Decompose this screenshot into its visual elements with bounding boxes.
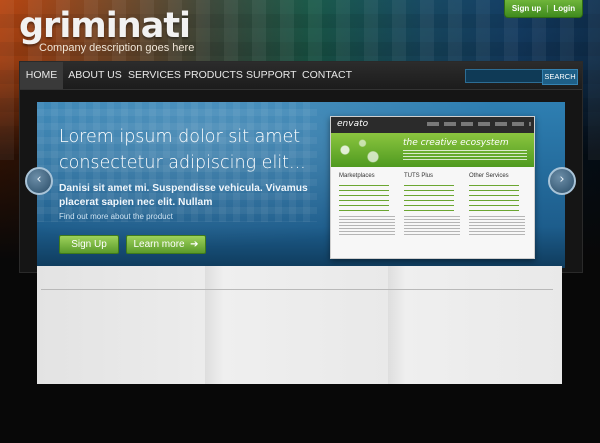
site-logo[interactable]: griminati Company description goes here bbox=[19, 8, 194, 54]
preview-text-1 bbox=[339, 215, 395, 235]
account-links: Sign up | Login bbox=[504, 0, 583, 18]
banner-find-more-link[interactable]: Find out more about the product bbox=[59, 212, 173, 221]
preview-list-tuts-plus bbox=[404, 181, 454, 211]
featured-slider: Lorem ipsum dolor sit amet consectetur a… bbox=[37, 102, 565, 268]
preview-tagline: the creative ecosystem bbox=[403, 138, 509, 148]
search-input[interactable] bbox=[465, 69, 545, 83]
company-description: Company description goes here bbox=[39, 42, 195, 54]
search-button[interactable]: SEARCH bbox=[542, 69, 578, 85]
preview-column-marketplaces: Marketplaces bbox=[339, 173, 375, 179]
signup-button-label: Sign Up bbox=[71, 239, 107, 250]
main-container: HOME ABOUT US SERVICES PRODUCTS SUPPORT … bbox=[19, 61, 583, 273]
main-navigation: HOME ABOUT US SERVICES PRODUCTS SUPPORT … bbox=[20, 62, 582, 90]
learn-more-button-label: Learn more bbox=[133, 239, 185, 250]
content-divider bbox=[41, 289, 553, 290]
signup-link[interactable]: Sign up bbox=[512, 4, 541, 13]
nav-item-services[interactable]: SERVICES bbox=[128, 62, 181, 89]
banner-headline: Lorem ipsum dolor sit amet consectetur a… bbox=[59, 127, 306, 173]
preview-text-3 bbox=[469, 215, 525, 235]
preview-brand: envato bbox=[337, 119, 369, 129]
signup-button[interactable]: Sign Up bbox=[59, 235, 119, 254]
logo-text[interactable]: griminati bbox=[19, 8, 194, 44]
arrow-right-icon: ➔ bbox=[187, 239, 199, 250]
nav-item-contact[interactable]: CONTACT bbox=[302, 62, 352, 89]
slider-prev-arrow[interactable]: ‹ bbox=[25, 167, 53, 195]
content-column-3 bbox=[388, 266, 562, 384]
nav-item-home[interactable]: HOME bbox=[20, 62, 63, 89]
banner-subtext: Danisi sit amet mi. Suspendisse vehicula… bbox=[59, 183, 308, 208]
preview-column-other-services: Other Services bbox=[469, 173, 509, 179]
product-preview-image: envato the creative ecosystem Marketplac… bbox=[330, 116, 535, 259]
nav-item-about-us[interactable]: ABOUT US bbox=[66, 62, 124, 89]
content-column-1 bbox=[37, 266, 205, 384]
slider-next-arrow[interactable]: › bbox=[548, 167, 576, 195]
learn-more-button[interactable]: Learn more ➔ bbox=[126, 235, 206, 254]
preview-bokeh-graphic bbox=[331, 133, 401, 167]
link-separator: | bbox=[546, 4, 549, 13]
preview-text-2 bbox=[404, 215, 460, 235]
chevron-right-icon: › bbox=[559, 172, 565, 187]
nav-item-support[interactable]: SUPPORT bbox=[246, 62, 297, 89]
content-column-2 bbox=[205, 266, 388, 384]
preview-list-other-services bbox=[469, 181, 519, 211]
preview-list-marketplaces bbox=[339, 181, 389, 211]
login-link[interactable]: Login bbox=[553, 4, 575, 13]
content-panel bbox=[37, 266, 562, 384]
preview-tagline-text bbox=[403, 150, 527, 160]
chevron-left-icon: ‹ bbox=[36, 172, 42, 187]
preview-nav-lines bbox=[427, 122, 531, 126]
preview-column-tuts-plus: TUTS Plus bbox=[404, 173, 434, 179]
nav-item-products[interactable]: PRODUCTS bbox=[184, 62, 243, 89]
